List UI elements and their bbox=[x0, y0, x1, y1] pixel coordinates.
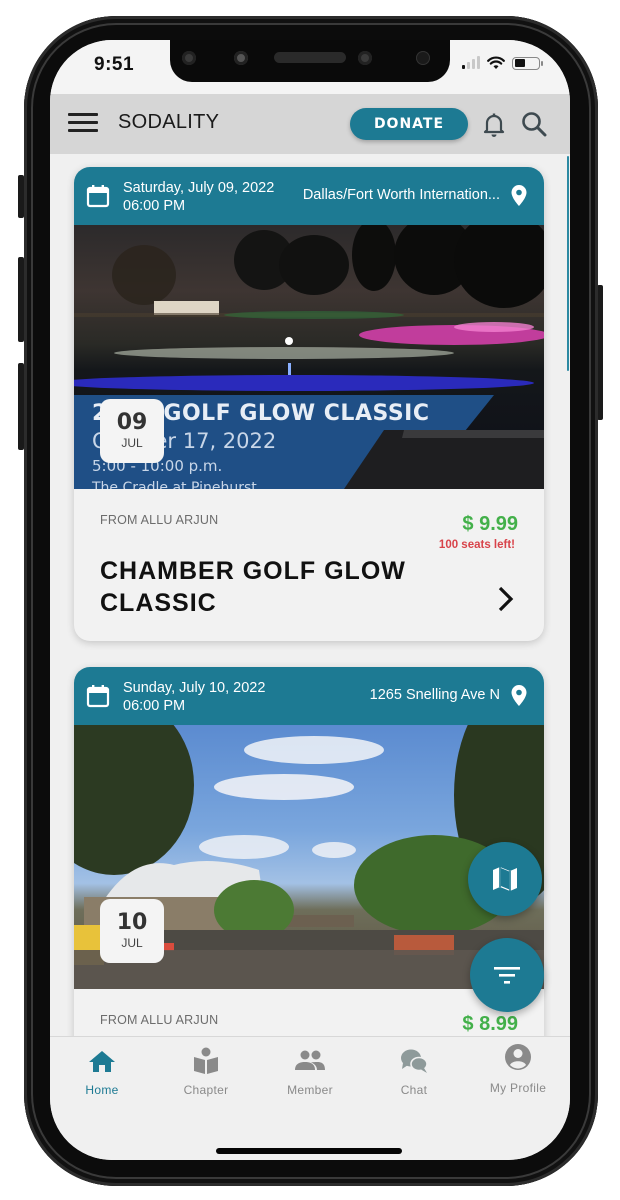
badge-month: JUL bbox=[121, 436, 143, 450]
calendar-icon bbox=[86, 685, 110, 708]
calendar-icon bbox=[86, 185, 110, 208]
home-icon bbox=[89, 1051, 115, 1072]
nav-chat-label: Chat bbox=[400, 1083, 428, 1097]
event-date: Saturday, July 09, 2022 bbox=[123, 180, 275, 196]
nav-home-label: Home bbox=[85, 1083, 119, 1097]
event-image[interactable]: 2022 GOLF GLOW CLASSIC October 17, 2022 … bbox=[74, 225, 544, 489]
nav-chapter-label: Chapter bbox=[183, 1083, 229, 1097]
event-image[interactable]: 10 JUL bbox=[74, 725, 544, 989]
sensor-icon bbox=[182, 51, 196, 65]
sensor-icon bbox=[416, 51, 430, 65]
event-card-body: FROM ALLU ARJUN $ 8.99 bbox=[74, 989, 544, 1036]
event-location: 1265 Snelling Ave N bbox=[369, 687, 500, 703]
image-venue: The Cradle at Pinehurst bbox=[92, 480, 257, 489]
profile-icon bbox=[505, 1044, 531, 1070]
badge-month: JUL bbox=[121, 936, 143, 950]
status-bar: 9:51 bbox=[50, 40, 570, 94]
image-dark-stripe bbox=[344, 430, 544, 489]
event-price: $ 8.99 bbox=[462, 1013, 518, 1035]
event-date: Sunday, July 10, 2022 bbox=[123, 680, 266, 696]
event-card[interactable]: Saturday, July 09, 2022 06:00 PM Dallas/… bbox=[74, 167, 544, 641]
event-date-time: Saturday, July 09, 2022 06:00 PM bbox=[123, 179, 274, 215]
event-card-header: Sunday, July 10, 2022 06:00 PM 1265 Snel… bbox=[74, 667, 544, 725]
date-badge: 09 JUL bbox=[100, 399, 164, 463]
filter-button[interactable] bbox=[470, 938, 544, 1012]
app-bar: SODALITY DONATE bbox=[50, 94, 570, 154]
nav-member[interactable]: Member bbox=[258, 1037, 362, 1107]
date-badge: 10 JUL bbox=[100, 899, 164, 963]
wifi-icon bbox=[487, 56, 505, 69]
location-pin-icon bbox=[511, 685, 527, 706]
event-organizer: FROM ALLU ARJUN bbox=[100, 1013, 219, 1027]
earpiece-speaker bbox=[274, 52, 346, 63]
status-time: 9:51 bbox=[94, 54, 135, 75]
phone-screen: 9:51 SODALITY DONATE Saturday, July 09, … bbox=[50, 40, 570, 1160]
nav-home[interactable]: Home bbox=[50, 1037, 154, 1107]
menu-icon[interactable] bbox=[68, 113, 98, 135]
event-time: 06:00 PM bbox=[123, 198, 186, 214]
filter-icon bbox=[494, 967, 520, 984]
search-icon[interactable] bbox=[520, 110, 548, 138]
chevron-right-icon[interactable] bbox=[498, 586, 514, 612]
chat-icon bbox=[401, 1049, 428, 1073]
signal-icon bbox=[462, 56, 480, 69]
notch bbox=[170, 40, 450, 82]
event-time: 06:00 PM bbox=[123, 698, 186, 714]
location-pin-icon bbox=[511, 185, 527, 206]
event-card-body: FROM ALLU ARJUN $ 9.99 100 seats left! C… bbox=[74, 489, 544, 641]
members-icon bbox=[295, 1050, 325, 1070]
bottom-navigation: Home Chapter Member Chat My Profile bbox=[50, 1036, 570, 1160]
nav-my-profile-label: My Profile bbox=[489, 1081, 547, 1095]
map-button[interactable] bbox=[468, 842, 542, 916]
nav-chat[interactable]: Chat bbox=[362, 1037, 466, 1107]
badge-day: 10 bbox=[116, 910, 148, 935]
nav-my-profile[interactable]: My Profile bbox=[466, 1037, 570, 1107]
event-card-header: Saturday, July 09, 2022 06:00 PM Dallas/… bbox=[74, 167, 544, 225]
app-title: SODALITY bbox=[118, 111, 220, 133]
badge-day: 09 bbox=[116, 410, 148, 435]
home-indicator[interactable] bbox=[216, 1148, 402, 1154]
event-organizer: FROM ALLU ARJUN bbox=[100, 513, 219, 527]
front-camera-icon bbox=[358, 51, 372, 65]
seats-left: 100 seats left! bbox=[438, 539, 515, 551]
battery-icon bbox=[512, 56, 543, 70]
nav-chapter[interactable]: Chapter bbox=[154, 1037, 258, 1107]
scrollbar[interactable] bbox=[567, 156, 569, 371]
event-price: $ 9.99 bbox=[462, 513, 518, 535]
event-location: Dallas/Fort Worth Internation... bbox=[302, 187, 500, 203]
event-title: CHAMBER GOLF GLOW CLASSIC bbox=[100, 557, 406, 617]
chapter-icon bbox=[194, 1047, 218, 1074]
nav-member-label: Member bbox=[287, 1083, 333, 1097]
event-date-time: Sunday, July 10, 2022 06:00 PM bbox=[123, 679, 265, 715]
bell-icon[interactable] bbox=[480, 110, 508, 138]
sensor-icon bbox=[234, 51, 248, 65]
map-icon bbox=[493, 867, 517, 891]
donate-button[interactable]: DONATE bbox=[350, 108, 468, 140]
